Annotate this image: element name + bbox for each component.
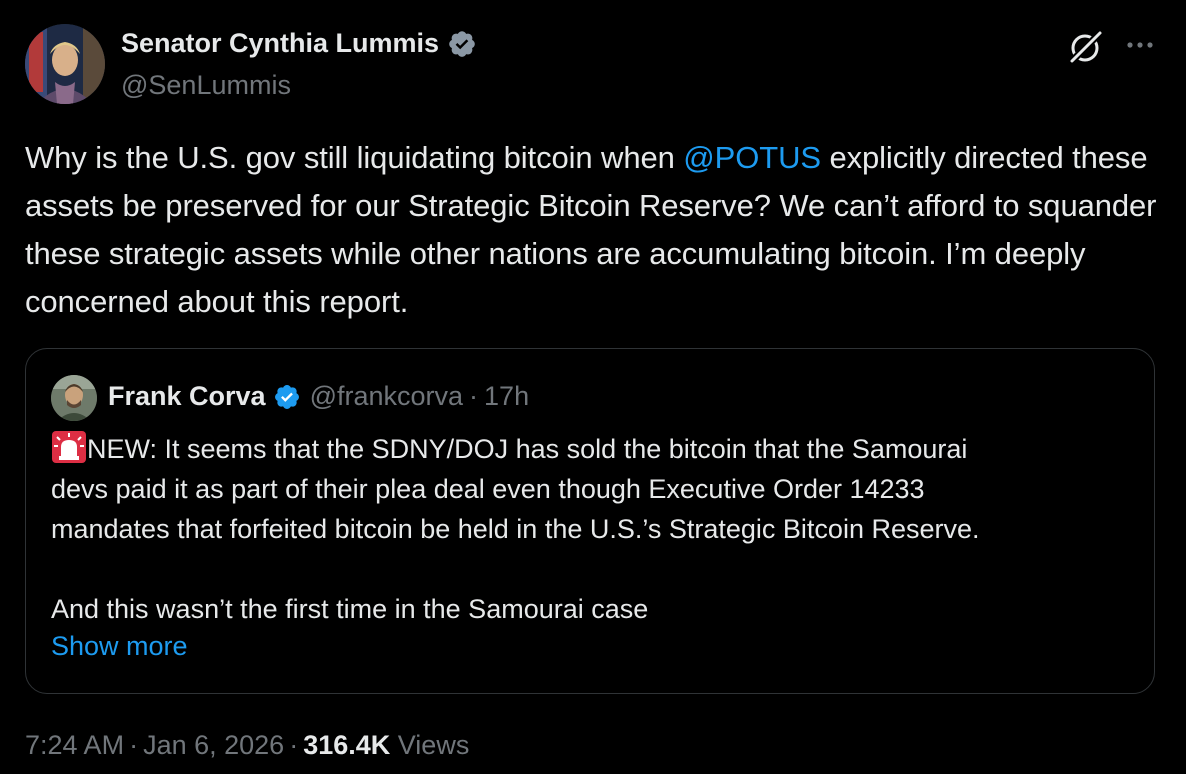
separator-dot: · [129,730,139,760]
verified-badge-icon [447,29,477,59]
quoted-text-line-3: mandates that forfeited bitcoin be held … [51,514,980,544]
tweet-text: Why is the U.S. gov still liquidating bi… [25,134,1170,326]
quoted-author-name[interactable]: Frank Corva [108,381,266,412]
quoted-tweet-text: NEW: It seems that the SDNY/DOJ has sold… [51,429,1141,629]
quoted-author-avatar [51,375,97,421]
quoted-header: Frank Corva @frankcorva · 17h [108,381,529,412]
tweet-text-part-1: Why is the U.S. gov still liquidating bi… [25,140,684,175]
tweet-time[interactable]: 7:24 AM [25,730,124,760]
quoted-text-line-2: devs paid it as part of their plea deal … [51,474,925,504]
quoted-text-line-1: NEW: It seems that the SDNY/DOJ has sold… [87,434,968,464]
quoted-author-handle[interactable]: @frankcorva [310,381,463,412]
quoted-author-avatar-image [51,375,97,421]
author-avatar[interactable] [25,24,105,104]
author-handle[interactable]: @SenLummis [121,70,291,101]
views-count[interactable]: 316.4K [303,730,390,760]
views-label: Views [397,730,470,760]
quoted-tweet[interactable]: Frank Corva @frankcorva · 17h NEW: It se… [25,348,1155,694]
separator-dot: · [469,381,479,411]
quoted-text-line: NEW: It seems that the SDNY/DOJ has sold… [51,429,1141,469]
author-name-row[interactable]: Senator Cynthia Lummis [121,28,477,59]
author-name[interactable]: Senator Cynthia Lummis [121,28,439,59]
rotating-light-icon [51,430,87,464]
tweet-meta: 7:24 AM · Jan 6, 2026 · 316.4K Views [25,730,469,761]
tweet-date[interactable]: Jan 6, 2026 [143,730,284,760]
mention-link[interactable]: @POTUS [683,140,821,175]
author-avatar-image [25,24,105,104]
more-options-icon[interactable] [1122,30,1158,60]
quoted-text-line-4: And this wasn’t the first time in the Sa… [51,594,649,624]
separator-dot: · [289,730,299,760]
show-more-link[interactable]: Show more [51,631,188,662]
grok-icon[interactable] [1066,27,1106,67]
quoted-timestamp[interactable]: 17h [484,381,529,412]
verified-badge-icon [273,383,301,411]
tweet: Senator Cynthia Lummis @SenLummis Why is… [0,0,1186,774]
